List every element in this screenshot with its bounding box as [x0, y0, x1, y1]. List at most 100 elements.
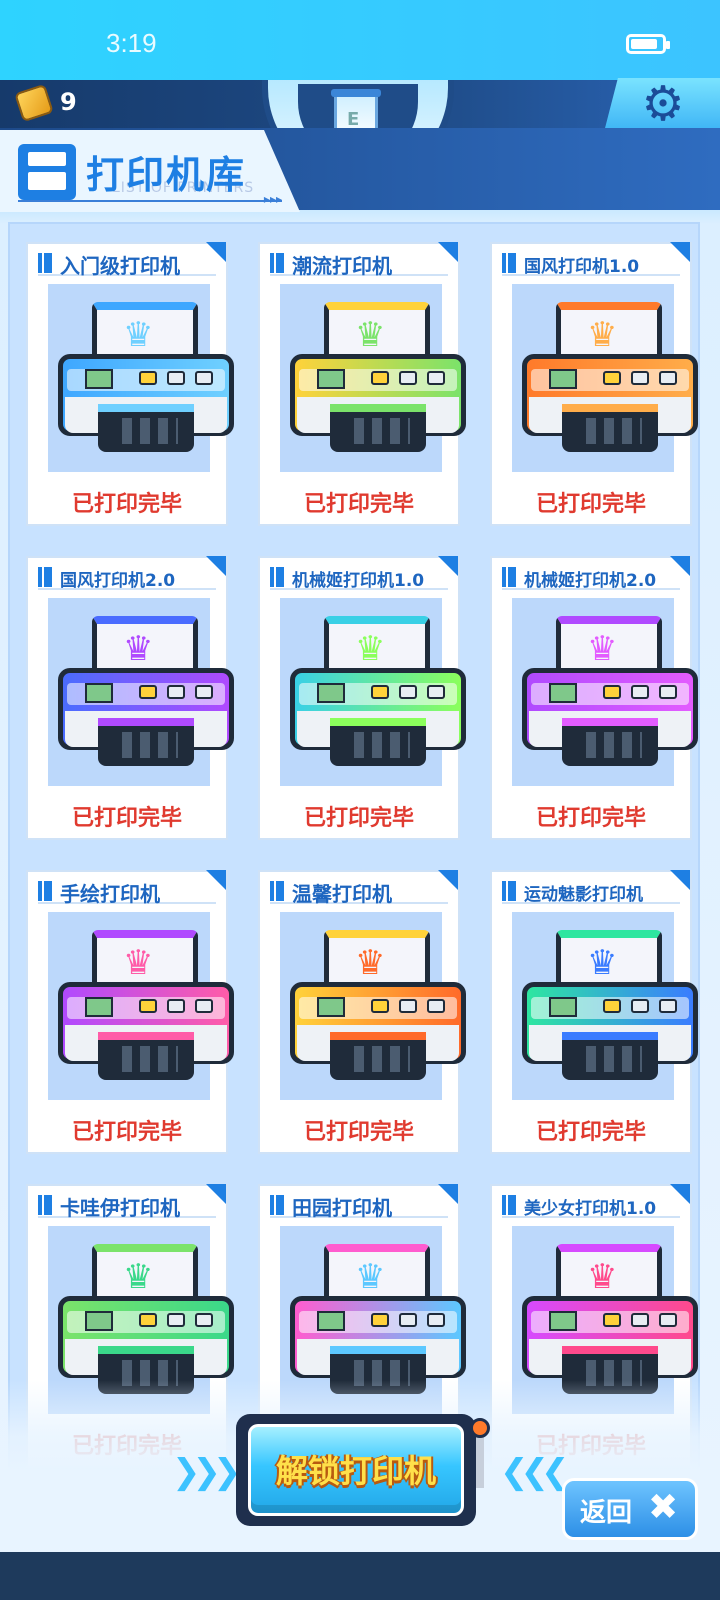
- printer-illustration: ♛: [56, 1240, 234, 1400]
- crown-icon: ♛: [355, 315, 386, 355]
- gear-icon[interactable]: ⚙: [636, 78, 690, 130]
- printer-name: 手绘打印机: [60, 882, 160, 906]
- header-bar: [276, 881, 284, 901]
- jar-letter: E: [347, 109, 360, 130]
- header-bar: [44, 567, 52, 587]
- printer-card[interactable]: 手绘打印机 ♛ 已打印完毕: [26, 870, 234, 1154]
- printer-name: 运动魅影打印机: [524, 885, 643, 905]
- crown-icon: ♛: [355, 943, 386, 983]
- printer-illustration: ♛: [56, 298, 234, 458]
- corner-accent: [670, 870, 690, 890]
- card-header: 卡哇伊打印机: [38, 1184, 226, 1220]
- printer-art: ♛: [280, 912, 466, 1100]
- crown-icon: ♛: [587, 943, 618, 983]
- printer-illustration: ♛: [288, 298, 466, 458]
- printer-tray: [98, 726, 194, 766]
- header-bar: [276, 1195, 284, 1215]
- card-header: 入门级打印机: [38, 242, 226, 278]
- crown-icon: ♛: [587, 1257, 618, 1297]
- printer-card[interactable]: 温馨打印机 ♛ 已打印完毕: [258, 870, 466, 1154]
- printer-card[interactable]: 国风打印机1.0 ♛ 已打印完毕: [490, 242, 698, 526]
- copy-button-icon: [195, 999, 213, 1013]
- printer-tray: [562, 1040, 658, 1080]
- printer-name: 美少女打印机1.0: [524, 1199, 657, 1219]
- printer-card[interactable]: 潮流打印机 ♛ 已打印完毕: [258, 242, 466, 526]
- header-bar: [44, 1195, 52, 1215]
- print-button-icon: [399, 371, 417, 385]
- printer-screen: [317, 997, 345, 1017]
- printer-illustration: ♛: [520, 298, 698, 458]
- printer-tray: [98, 412, 194, 452]
- header-bar: [270, 1195, 274, 1215]
- corner-accent: [438, 242, 458, 262]
- printer-card[interactable]: 机械姬打印机2.0 ♛ 已打印完毕: [490, 556, 698, 840]
- chevron-left-icon: ❯❯❯: [172, 1452, 242, 1492]
- card-header: 机械姬打印机1.0: [270, 556, 458, 591]
- copy-button-icon: [659, 999, 677, 1013]
- header-bar: [508, 881, 516, 901]
- printer-card[interactable]: 运动魅影打印机 ♛ 已打印完毕: [490, 870, 698, 1154]
- corner-accent: [670, 1184, 690, 1204]
- printer-name: 国风打印机1.0: [524, 257, 640, 277]
- header-bar: [502, 253, 506, 273]
- printer-screen: [549, 683, 577, 703]
- arrow-icons: ▸▸▸: [263, 192, 282, 206]
- card-header: 手绘打印机: [38, 870, 226, 906]
- header-bar: [38, 567, 42, 587]
- header-bar: [502, 1195, 506, 1215]
- card-header: 机械姬打印机2.0: [502, 556, 690, 591]
- page-title: 打印机库: [86, 153, 247, 197]
- printer-illustration: ♛: [288, 926, 466, 1086]
- header-bar: [270, 567, 274, 587]
- power-button-icon: [603, 371, 621, 385]
- corner-accent: [670, 556, 690, 576]
- power-button-icon: [603, 1313, 621, 1327]
- printer-art: ♛: [280, 284, 466, 472]
- printer-screen: [549, 1311, 577, 1331]
- crown-icon: ♛: [123, 315, 154, 355]
- system-nav-bar: [0, 1552, 720, 1600]
- printer-card[interactable]: 机械姬打印机1.0 ♛ 已打印完毕: [258, 556, 466, 840]
- printer-screen: [317, 369, 345, 389]
- printer-tray: [562, 412, 658, 452]
- printer-status: 已打印完毕: [71, 1120, 182, 1145]
- print-button-icon: [167, 371, 185, 385]
- power-button-icon: [139, 999, 157, 1013]
- back-label[interactable]: 返回: [580, 1492, 632, 1529]
- header-bar: [508, 1195, 516, 1215]
- printer-illustration: ♛: [56, 926, 234, 1086]
- battery-fill: [631, 39, 657, 49]
- printer-art: ♛: [48, 284, 234, 472]
- printer-card[interactable]: 入门级打印机 ♛ 已打印完毕: [26, 242, 234, 526]
- print-button-icon: [631, 1313, 649, 1327]
- title-underline: ▸▸▸: [18, 192, 282, 210]
- copy-button-icon: [195, 371, 213, 385]
- print-button-icon: [167, 999, 185, 1013]
- power-button-icon: [603, 999, 621, 1013]
- back-arrow-icon[interactable]: ✖: [648, 1488, 678, 1528]
- printer-art: ♛: [512, 598, 698, 786]
- printer-tray: [330, 1040, 426, 1080]
- card-header: 潮流打印机: [270, 242, 458, 278]
- printer-art: ♛: [512, 284, 698, 472]
- printer-screen: [317, 683, 345, 703]
- crown-icon: ♛: [587, 315, 618, 355]
- printer-card[interactable]: 国风打印机2.0 ♛ 已打印完毕: [26, 556, 234, 840]
- printer-tray: [330, 412, 426, 452]
- printer-status: 已打印完毕: [535, 1120, 646, 1145]
- print-button-icon: [399, 1313, 417, 1327]
- print-button-icon: [631, 371, 649, 385]
- printer-art: ♛: [512, 912, 698, 1100]
- unlock-printer-label[interactable]: 解锁打印机: [248, 1446, 464, 1492]
- header-bar: [502, 567, 506, 587]
- print-button-icon: [167, 685, 185, 699]
- printer-status: 已打印完毕: [303, 806, 414, 831]
- crown-icon: ♛: [355, 1257, 386, 1297]
- card-header: 美少女打印机1.0: [502, 1184, 690, 1219]
- printer-icon: [18, 144, 76, 200]
- crown-icon: ♛: [123, 629, 154, 669]
- printer-art: ♛: [48, 912, 234, 1100]
- card-header: 国风打印机2.0: [38, 556, 226, 591]
- battery-icon: [626, 34, 670, 54]
- card-header: 国风打印机1.0: [502, 242, 690, 277]
